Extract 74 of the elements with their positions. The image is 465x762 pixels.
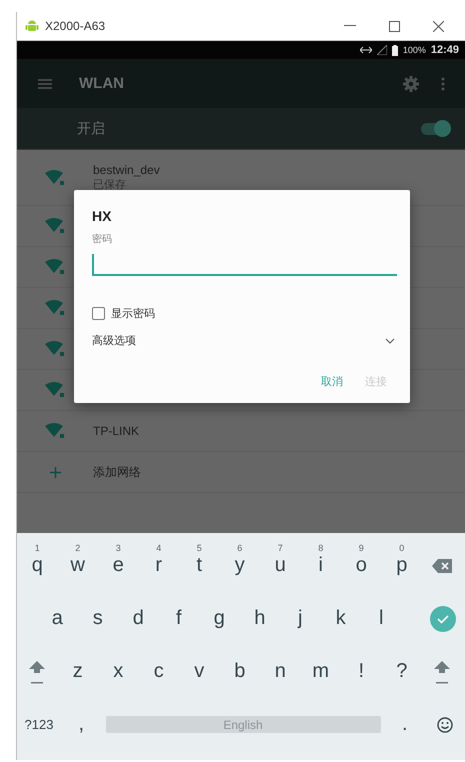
backspace-icon [432, 558, 452, 572]
keyboard-key[interactable]: e 3 [98, 542, 138, 590]
keyboard-key[interactable]: t 5 [179, 542, 220, 590]
key-hint: 6 [236, 542, 244, 552]
shift-icon [433, 658, 452, 684]
keyboard-key[interactable]: w 2 [58, 542, 98, 590]
keyboard-key[interactable]: r 4 [138, 542, 179, 590]
wlan-label: 开启 [77, 120, 106, 138]
wifi-lock-icon [45, 423, 65, 439]
keyboard-key[interactable]: j [280, 594, 320, 642]
key-hint: 1 [34, 542, 41, 552]
keyboard-key[interactable]: h [240, 594, 280, 642]
app-title: WLAN [79, 75, 125, 92]
keyboard-key[interactable]: c [138, 648, 179, 696]
password-field[interactable] [92, 254, 397, 276]
keyboard-key[interactable]: ! [341, 648, 382, 696]
keyboard-key[interactable]: . [384, 700, 425, 748]
plus-icon [50, 466, 60, 478]
keyboard-key[interactable]: p 0 [382, 542, 422, 590]
key-hint: 0 [398, 542, 406, 552]
key-hint: 3 [114, 542, 122, 552]
keyboard-key[interactable]: x [98, 648, 138, 696]
wifi-lock-icon [45, 170, 65, 186]
show-password-label: 显示密码 [111, 306, 155, 321]
show-password-checkbox[interactable] [92, 307, 105, 320]
keyboard-key[interactable]: d [118, 594, 158, 642]
wifi-lock-icon [45, 259, 65, 275]
signal-icon [376, 45, 387, 55]
keyboard-key[interactable]: s [78, 594, 118, 642]
keyboard-key[interactable]: l [361, 594, 402, 642]
wifi-lock-icon [45, 300, 65, 316]
keyboard-key[interactable]: z [58, 648, 98, 696]
keyboard-key[interactable]: b [220, 648, 260, 696]
window-title: X2000-A63 [45, 19, 106, 33]
done-key[interactable] [430, 606, 456, 632]
minimize-icon [344, 25, 356, 27]
key-hint: 9 [358, 542, 365, 552]
close-icon [432, 20, 444, 32]
key-hint: 7 [276, 542, 284, 552]
keyboard-key[interactable]: m [300, 648, 341, 696]
advanced-options[interactable]: 高级选项 [92, 333, 395, 348]
keyboard-key[interactable]: a [37, 594, 78, 642]
clock: 12:49 [430, 44, 459, 56]
wifi-lock-icon [45, 382, 65, 398]
keyboard-key[interactable]: g [199, 594, 240, 642]
symbols-key[interactable]: ?123 [17, 700, 61, 748]
shift-icon [28, 658, 46, 684]
key-hint: 4 [155, 542, 162, 552]
key-hint: 5 [196, 542, 203, 552]
battery-icon [392, 44, 398, 56]
data-arrows-icon [360, 46, 372, 54]
keyboard-key[interactable]: o 9 [341, 542, 382, 590]
wlan-switch[interactable] [421, 122, 449, 134]
key-hint: 2 [74, 542, 82, 552]
keyboard-key[interactable]: q 1 [17, 542, 58, 590]
chevron-down-icon [385, 338, 395, 344]
dialog-title: HX [92, 208, 112, 224]
emoji-icon [437, 716, 453, 732]
keyboard-key[interactable]: k [320, 594, 361, 642]
keyboard-key[interactable]: v [179, 648, 220, 696]
key-hint: 8 [317, 542, 324, 552]
keyboard-key[interactable]: n [260, 648, 300, 696]
password-label: 密码 [92, 232, 113, 246]
keyboard-key[interactable]: f [158, 594, 199, 642]
maximize-icon [388, 20, 400, 32]
keyboard-key[interactable]: i 8 [300, 542, 341, 590]
keyboard-key[interactable]: , [61, 700, 102, 748]
android-icon [25, 19, 39, 33]
keyboard-key[interactable]: y 6 [220, 542, 260, 590]
keyboard-key[interactable]: ? [382, 648, 422, 696]
wifi-lock-icon [45, 341, 65, 357]
keyboard-key[interactable]: u 7 [260, 542, 300, 590]
wifi-lock-icon [45, 218, 65, 234]
battery-percent: 100% [402, 45, 426, 55]
